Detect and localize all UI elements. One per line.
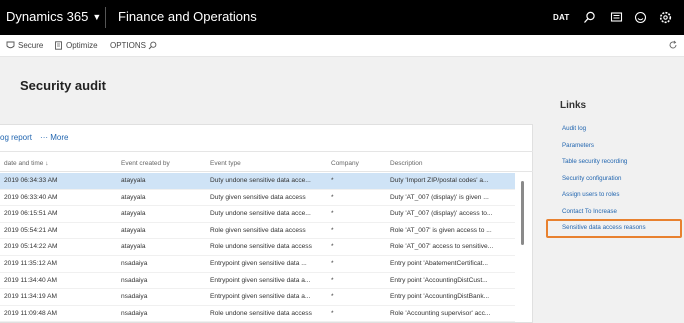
cell-company: *: [331, 177, 334, 184]
cell-event-type: Entrypoint given sensitive data ...: [210, 259, 307, 267]
company-picker[interactable]: DAT: [553, 13, 569, 22]
cell-company: *: [331, 276, 334, 284]
cell-description: Entry point 'AbatementCertificat...: [390, 259, 489, 267]
cell-created-by: nsadaiya: [121, 309, 148, 317]
card-actions: og report ··· More: [0, 133, 68, 142]
cell-description: Entry point 'AccountingDistBank...: [390, 293, 490, 301]
link-table-security-recording[interactable]: Table security recording: [562, 158, 627, 165]
tab-log-report[interactable]: og report: [0, 133, 32, 142]
chevron-down-icon: ▼: [92, 12, 102, 22]
column-header-date[interactable]: date and time ↓: [4, 160, 48, 167]
table-row[interactable]: 2019 11:34:40 AM nsadaiya Entrypoint giv…: [0, 273, 515, 290]
cell-description: Role 'AT_007' is given access to ...: [390, 226, 492, 234]
module-name[interactable]: Finance and Operations: [118, 9, 257, 24]
cell-event-type: Role given sensitive data access: [210, 226, 306, 234]
cell-event-type: Role undone sensitive data access: [210, 309, 312, 317]
column-header-description[interactable]: Description: [390, 160, 423, 167]
table-row[interactable]: 2019 05:54:21 AM atayyala Role given sen…: [0, 223, 515, 240]
table-row[interactable]: 2019 06:33:40 AM atayyala Duty given sen…: [0, 190, 515, 207]
app-switcher[interactable]: Dynamics 365 ▼: [6, 9, 101, 24]
message-icon[interactable]: [610, 11, 623, 24]
optimize-button[interactable]: Optimize: [54, 41, 98, 50]
link-security-configuration[interactable]: Security configuration: [562, 175, 622, 182]
audit-log-card: og report ··· More date and time ↓ Event …: [0, 124, 533, 323]
column-header-created-by[interactable]: Event created by: [121, 160, 170, 167]
page-title: Security audit: [20, 78, 106, 93]
cell-date: 2019 06:15:51 AM: [4, 210, 58, 218]
cell-date: 2019 11:34:40 AM: [4, 276, 58, 284]
cell-created-by: atayyala: [121, 210, 146, 218]
action-bar: Secure Optimize OPTIONS: [0, 35, 684, 57]
link-assign-users-to-roles[interactable]: Assign users to roles: [562, 191, 619, 198]
cell-company: *: [331, 243, 334, 251]
grid-header: date and time ↓ Event created by Event t…: [0, 156, 533, 172]
cell-date: 2019 11:35:12 AM: [4, 259, 58, 267]
topbar-divider: [105, 7, 106, 28]
cell-event-type: Role undone sensitive data access: [210, 243, 312, 251]
app-name: Dynamics 365: [6, 9, 89, 24]
cell-date: 2019 06:33:40 AM: [4, 193, 58, 201]
cell-company: *: [331, 226, 334, 234]
smiley-icon[interactable]: [634, 11, 647, 24]
top-nav-bar: Dynamics 365 ▼ Finance and Operations DAT: [0, 0, 684, 35]
cell-event-type: Entrypoint given sensitive data a...: [210, 276, 311, 284]
secure-label: Secure: [18, 41, 44, 50]
table-row[interactable]: 2019 11:34:19 AM nsadaiya Entrypoint giv…: [0, 289, 515, 306]
cell-company: *: [331, 193, 334, 201]
cell-date: 2019 05:54:21 AM: [4, 226, 58, 234]
card-divider: [0, 151, 533, 152]
links-heading: Links: [560, 100, 587, 111]
gear-icon[interactable]: [659, 11, 672, 24]
cell-event-type: Duty undone sensitive data acce...: [210, 177, 311, 184]
link-audit-log[interactable]: Audit log: [562, 125, 586, 132]
cell-created-by: atayyala: [121, 226, 146, 234]
cell-company: *: [331, 259, 334, 267]
cell-company: *: [331, 293, 334, 301]
cell-created-by: nsadaiya: [121, 276, 148, 284]
grid-body: 2019 06:34:33 AM atayyala Duty undone se…: [0, 173, 533, 323]
cell-created-by: nsadaiya: [121, 259, 148, 267]
cell-date: 2019 05:14:22 AM: [4, 243, 58, 251]
column-header-event-type[interactable]: Event type: [210, 160, 241, 167]
search-icon[interactable]: [583, 11, 596, 24]
highlight-box: [546, 219, 682, 238]
cell-description: Duty 'Import ZIP/postal codes' a...: [390, 177, 489, 184]
refresh-icon[interactable]: [668, 40, 678, 52]
cell-description: Role 'Accounting supervisor' acc...: [390, 309, 491, 317]
table-row[interactable]: 2019 06:34:33 AM atayyala Duty undone se…: [0, 173, 515, 190]
cell-event-type: Entrypoint given sensitive data a...: [210, 293, 311, 301]
optimize-label: Optimize: [66, 41, 98, 50]
cell-company: *: [331, 210, 334, 218]
cell-date: 2019 11:09:48 AM: [4, 309, 58, 317]
cell-date: 2019 06:34:33 AM: [4, 177, 58, 184]
grid-scrollbar[interactable]: [521, 181, 524, 245]
options-label: OPTIONS: [110, 41, 147, 50]
cell-description: Duty 'AT_007 (display)' access to...: [390, 210, 493, 218]
cell-event-type: Duty undone sensitive data acce...: [210, 210, 311, 218]
table-row[interactable]: 2019 11:09:48 AM nsadaiya Role undone se…: [0, 306, 515, 323]
table-row[interactable]: 2019 06:15:51 AM atayyala Duty undone se…: [0, 206, 515, 223]
shield-icon: [6, 41, 15, 50]
cell-description: Duty 'AT_007 (display)' is given ...: [390, 193, 489, 201]
document-icon: [54, 41, 63, 50]
more-button[interactable]: ··· More: [40, 133, 68, 142]
secure-button[interactable]: Secure: [6, 41, 43, 50]
cell-event-type: Duty given sensitive data access: [210, 193, 306, 201]
cell-description: Entry point 'AccountingDistCust...: [390, 276, 488, 284]
table-row[interactable]: 2019 05:14:22 AM atayyala Role undone se…: [0, 239, 515, 256]
cell-created-by: atayyala: [121, 193, 146, 201]
column-header-company[interactable]: Company: [331, 160, 359, 167]
table-row[interactable]: 2019 11:35:12 AM nsadaiya Entrypoint giv…: [0, 256, 515, 273]
cell-created-by: atayyala: [121, 243, 146, 251]
cell-description: Role 'AT_007' access to sensitive...: [390, 243, 494, 251]
cell-created-by: atayyala: [121, 177, 146, 184]
cell-date: 2019 11:34:19 AM: [4, 293, 58, 301]
link-contact-to-increase[interactable]: Contact To Increase: [562, 208, 617, 215]
cell-created-by: nsadaiya: [121, 293, 148, 301]
action-search-icon[interactable]: [148, 41, 157, 50]
cell-company: *: [331, 309, 334, 317]
options-menu[interactable]: OPTIONS: [110, 41, 146, 50]
link-parameters[interactable]: Parameters: [562, 142, 594, 149]
